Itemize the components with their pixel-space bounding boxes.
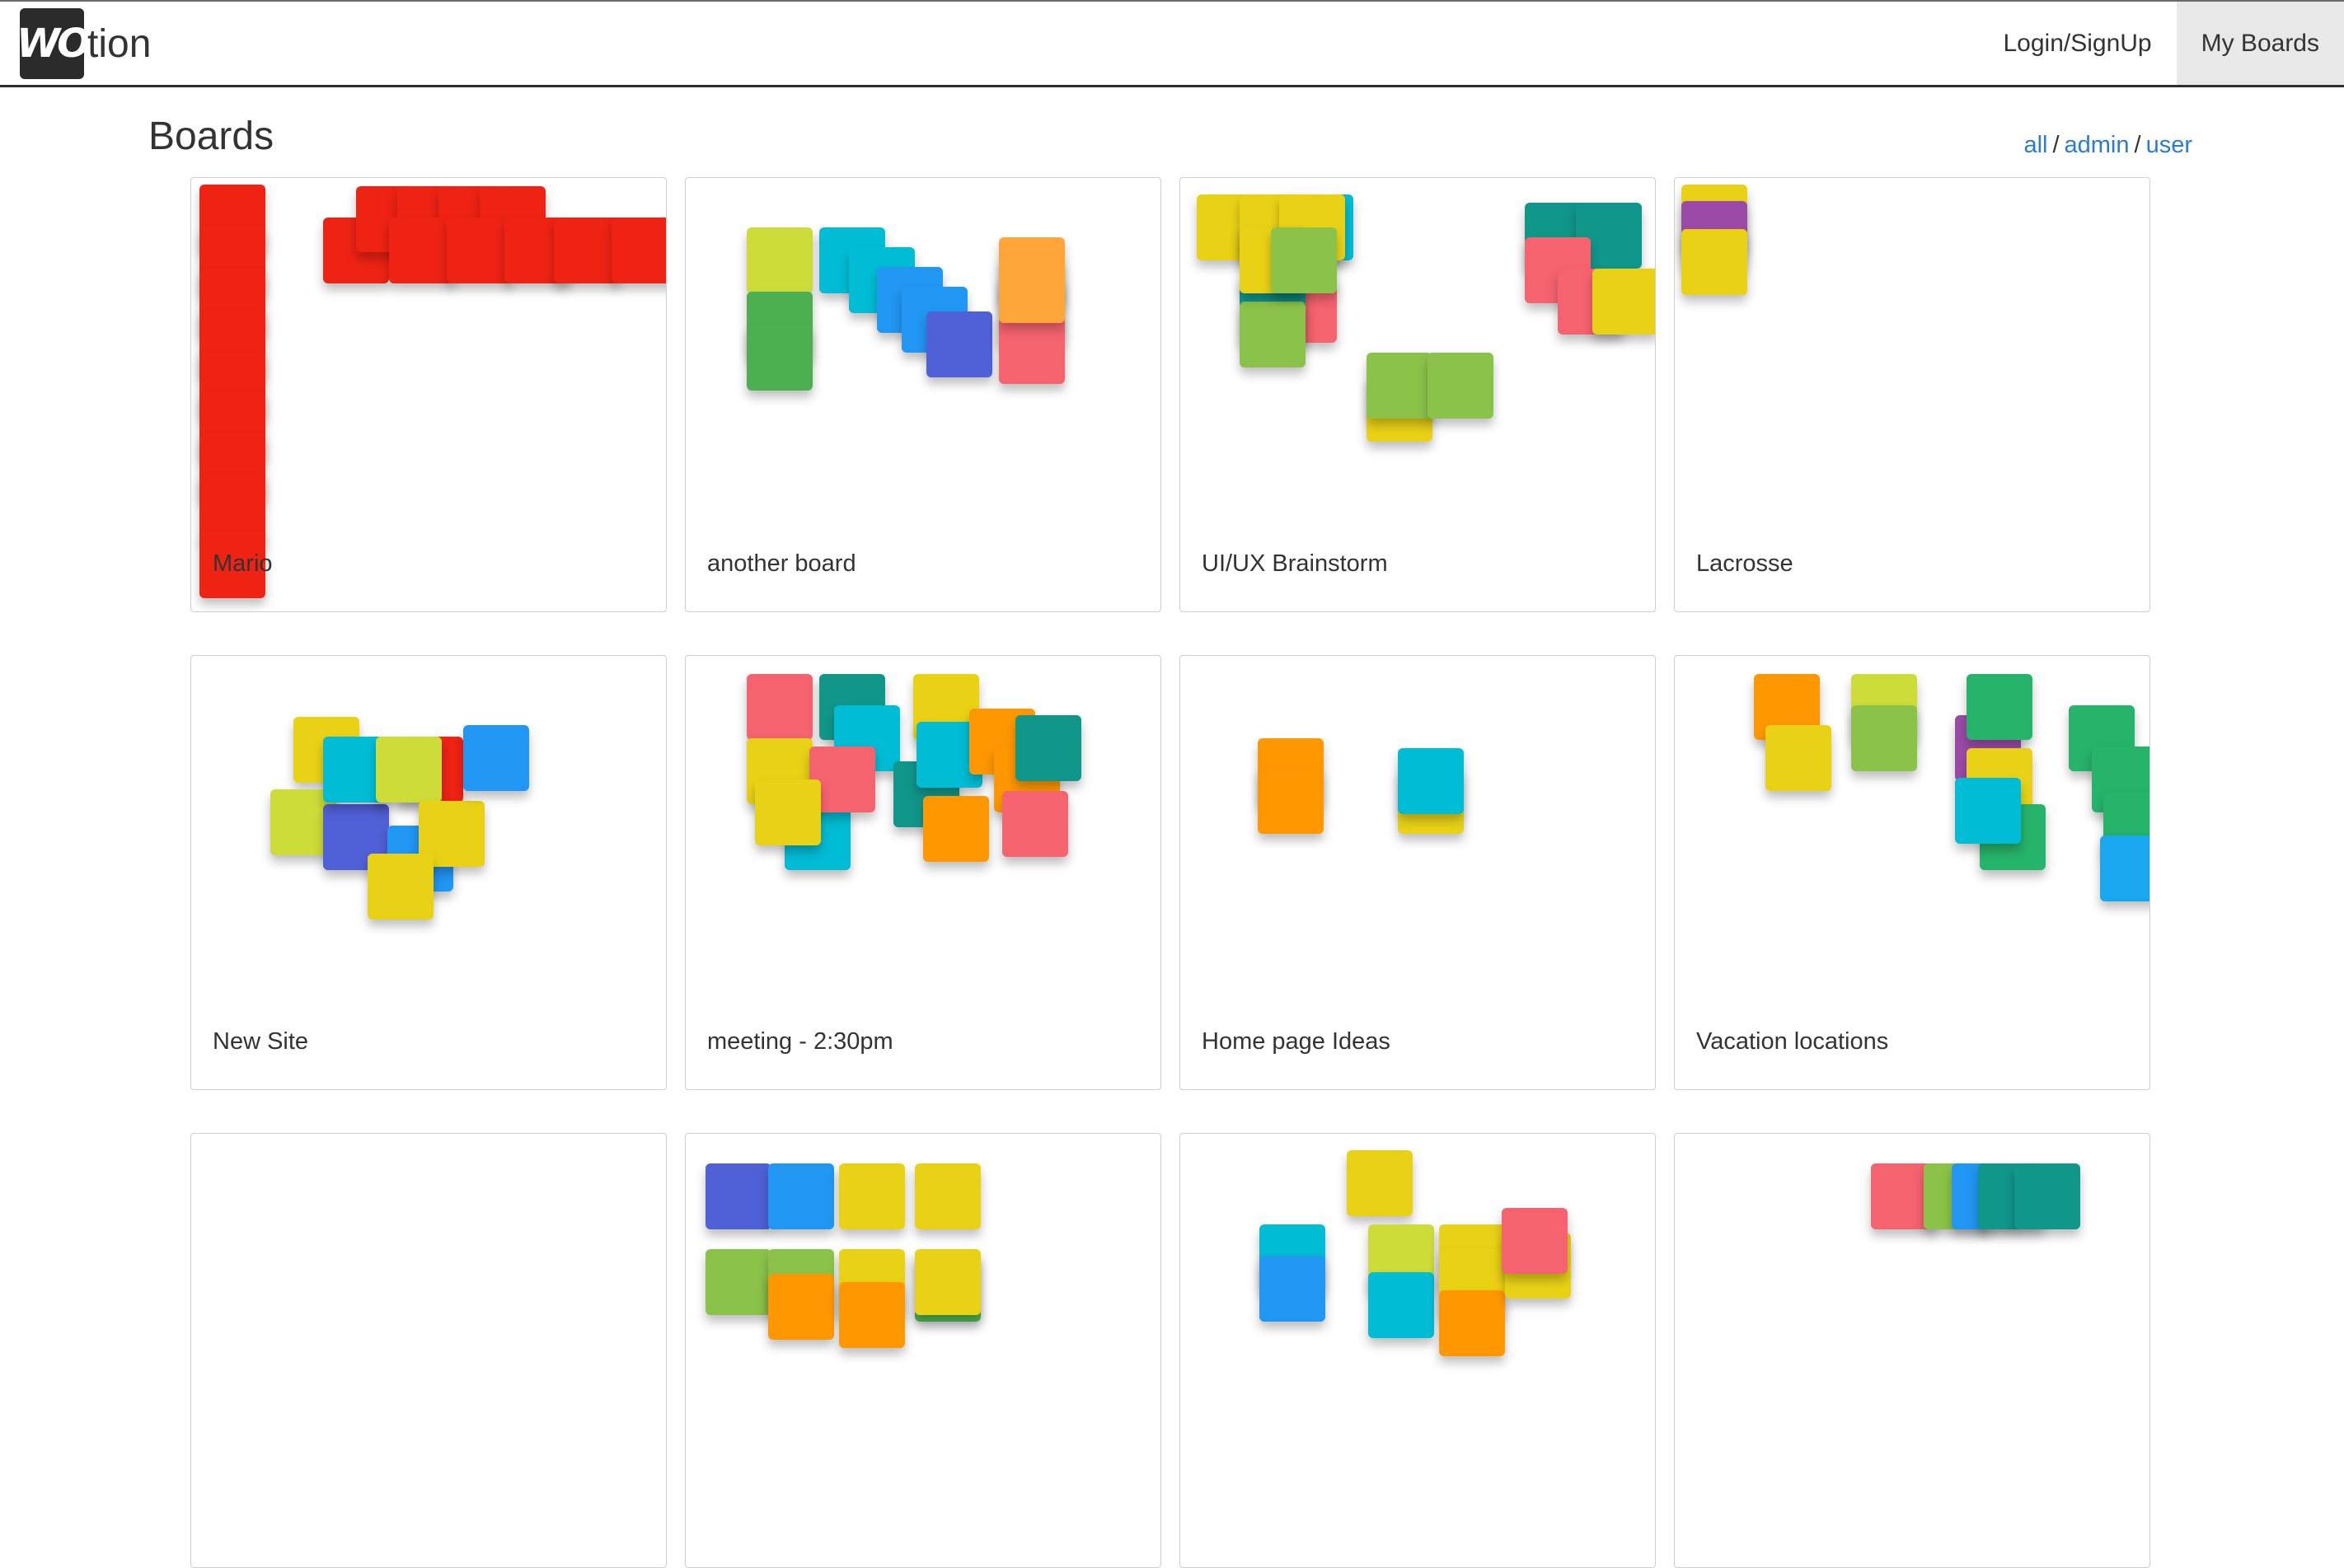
sticky-note-tile (612, 218, 666, 283)
nav-links: Login/SignUp My Boards (1978, 2, 2344, 85)
sticky-note-tile (1439, 1290, 1505, 1356)
board-name: Vacation locations (1696, 1028, 1889, 1055)
board-card[interactable] (190, 1133, 667, 1568)
sticky-note-tile (1851, 705, 1917, 771)
sticky-note-tile (2014, 1163, 2080, 1229)
sticky-note-tile (1015, 715, 1081, 781)
board-card-meeting[interactable]: meeting - 2:30pm (685, 655, 1161, 1090)
sticky-note-tile (1347, 1150, 1413, 1216)
board-card[interactable] (1674, 1133, 2150, 1568)
sticky-note-tile (447, 218, 513, 283)
board-name: Home page Ideas (1202, 1028, 1390, 1055)
brand-text: tion (87, 21, 152, 66)
sticky-note-tile (1259, 1256, 1325, 1322)
sticky-note-tile (1258, 768, 1324, 834)
board-card[interactable] (685, 1133, 1161, 1568)
sticky-note-tile (199, 475, 265, 541)
sticky-note-tile (915, 1163, 981, 1229)
sticky-note-tile (839, 1282, 905, 1348)
login-signup-link[interactable]: Login/SignUp (1978, 2, 2176, 85)
sticky-note-tile (915, 1249, 981, 1315)
filter-user-link[interactable]: user (2146, 132, 2192, 158)
boards-page: WO tion Login/SignUp My Boards Boards al… (0, 0, 2344, 1568)
sticky-note-tile (747, 325, 813, 391)
sticky-note-tile (389, 218, 455, 283)
sticky-note-tile (463, 725, 529, 791)
board-card-lacrosse[interactable]: Lacrosse (1674, 177, 2150, 612)
sticky-note-tile (839, 1163, 905, 1229)
board-name: New Site (213, 1028, 309, 1055)
sticky-note-tile (1765, 725, 1831, 791)
board-card-new-site[interactable]: New Site (190, 655, 667, 1090)
board-name: another board (707, 550, 856, 577)
sticky-note-tile (1368, 1272, 1434, 1338)
sticky-note-tile (999, 318, 1065, 384)
board-card-vacation-locations[interactable]: Vacation locations (1674, 655, 2150, 1090)
board-card-ui-ux-brainstorm[interactable]: UI/UX Brainstorm (1179, 177, 1656, 612)
filter-admin-link[interactable]: admin (2065, 132, 2130, 158)
board-filters: all / admin / user (2023, 132, 2192, 159)
sticky-note-tile (1427, 353, 1493, 419)
filter-separator: / (2134, 132, 2141, 158)
sticky-note-tile (768, 1274, 834, 1340)
sticky-note-tile (923, 796, 989, 862)
sticky-note-tile (1592, 269, 1655, 335)
board-name: Mario (213, 550, 273, 577)
sticky-note-tile (1967, 674, 2032, 740)
sticky-note-tile (368, 854, 434, 920)
sticky-note-tile (1367, 353, 1432, 419)
board-card-mario[interactable]: Mario (190, 177, 667, 612)
sticky-note-tile (554, 218, 620, 283)
filter-all-link[interactable]: all (2023, 132, 2047, 158)
sticky-note-tile (2100, 835, 2149, 901)
board-name: meeting - 2:30pm (707, 1028, 893, 1055)
page-title: Boards (148, 115, 274, 158)
sticky-note-tile (706, 1163, 771, 1229)
sticky-note-tile (1240, 302, 1306, 367)
brand-logo[interactable]: WO tion (16, 8, 152, 79)
sticky-note-tile (926, 311, 992, 377)
sticky-note-tile (768, 1163, 834, 1229)
my-boards-link[interactable]: My Boards (2176, 2, 2344, 85)
filter-separator: / (2052, 132, 2060, 158)
sticky-note-tile (1271, 227, 1337, 293)
sticky-note-tile (706, 1249, 771, 1315)
board-card[interactable] (1179, 1133, 1656, 1568)
sticky-note-tile (1398, 748, 1464, 814)
sticky-note-tile (747, 227, 813, 293)
sticky-note-tile (1681, 229, 1747, 295)
board-name: UI/UX Brainstorm (1202, 550, 1388, 577)
board-card-home-page-ideas[interactable]: Home page Ideas (1179, 655, 1656, 1090)
sticky-note-tile (999, 257, 1065, 323)
sticky-note-tile (747, 674, 813, 740)
board-card-another-board[interactable]: another board (685, 177, 1161, 612)
top-navbar: WO tion Login/SignUp My Boards (0, 0, 2344, 87)
sticky-note-tile (755, 779, 821, 845)
logo-mark-icon: WO (16, 8, 91, 79)
sticky-note-tile (1955, 778, 2021, 844)
board-name: Lacrosse (1696, 550, 1793, 577)
sticky-note-tile (376, 737, 442, 803)
sticky-note-tile (1502, 1208, 1568, 1274)
sticky-note-tile (1002, 791, 1068, 857)
